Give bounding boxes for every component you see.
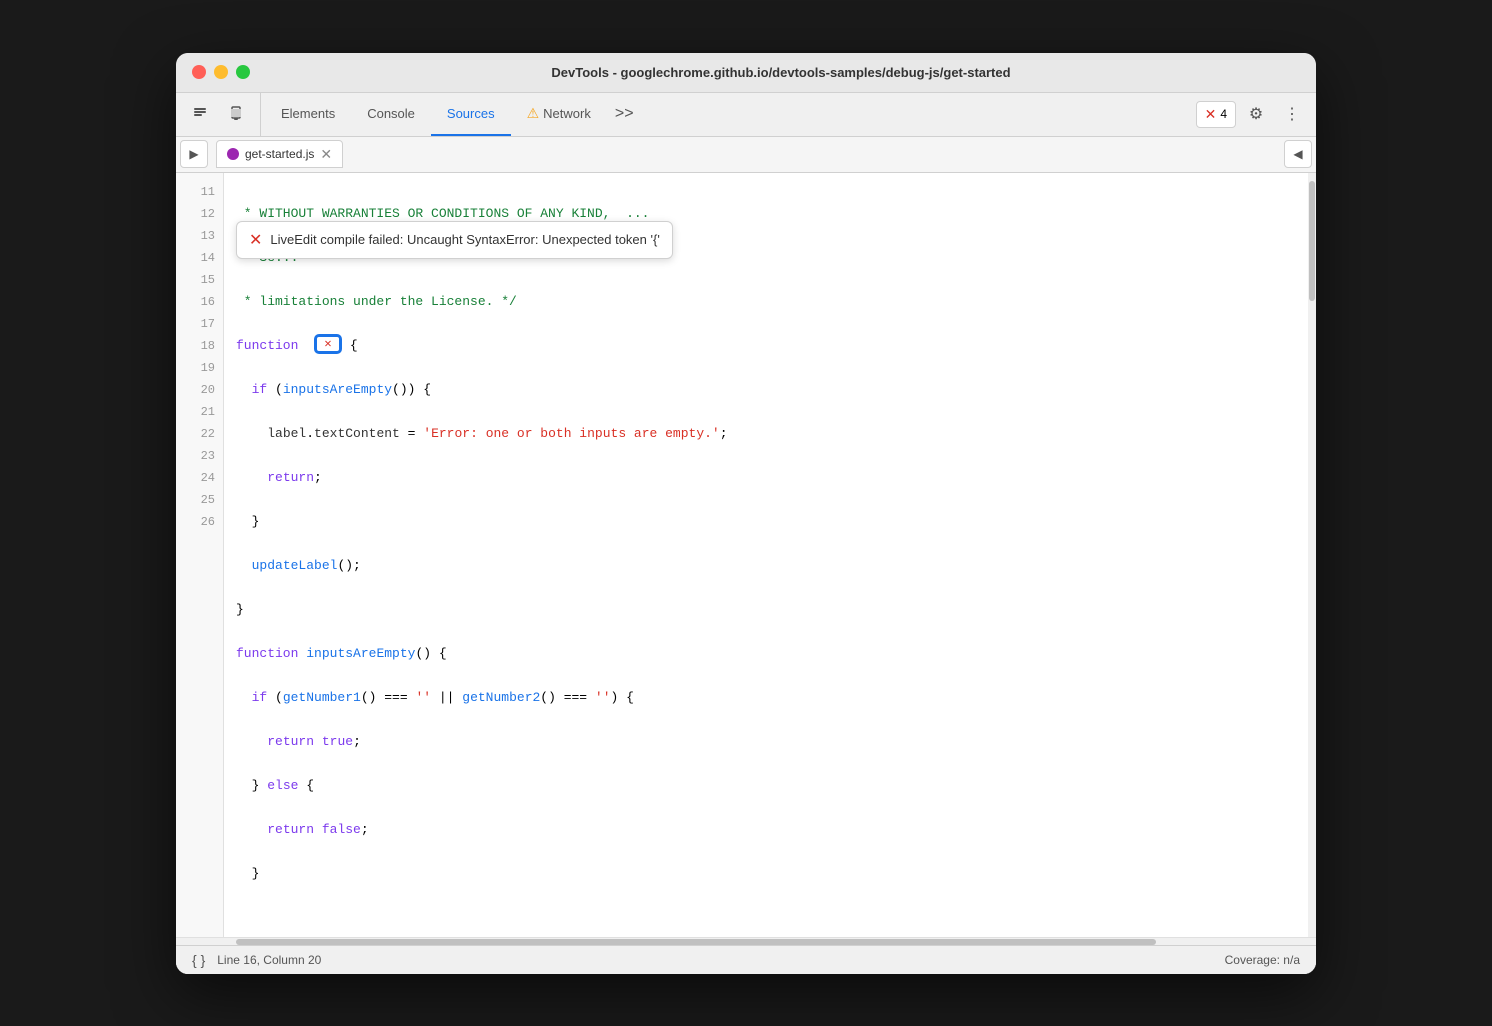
devtools-window: DevTools - googlechrome.github.io/devtoo… xyxy=(176,53,1316,974)
line-num-12: 12 xyxy=(176,203,223,225)
code-line-22: if (getNumber1() === '' || getNumber2() … xyxy=(236,687,1296,709)
toolbar-right: ✕ 4 ⚙ ⋮ xyxy=(1196,93,1308,136)
device-icon xyxy=(228,106,244,122)
line-num-24: 24 xyxy=(176,467,223,489)
settings-button[interactable]: ⚙ xyxy=(1240,98,1272,130)
code-line-20: } xyxy=(236,599,1296,621)
line-num-25: 25 xyxy=(176,489,223,511)
code-line-24: } else { xyxy=(236,775,1296,797)
line-num-17: 17 xyxy=(176,313,223,335)
status-right: Coverage: n/a xyxy=(1225,953,1300,967)
line-numbers: 11 12 13 14 15 16 17 18 19 20 21 22 23 2… xyxy=(176,173,224,937)
tab-sources[interactable]: Sources xyxy=(431,93,511,136)
cursor-icon xyxy=(192,106,208,122)
tab-network[interactable]: ⚠ Network xyxy=(511,93,607,136)
sidebar-toggle-left[interactable]: ▶ xyxy=(180,140,208,168)
braces-icon: { } xyxy=(192,952,205,968)
line-num-15: 15 xyxy=(176,269,223,291)
sidebar-toggle-right[interactable]: ◀ xyxy=(1284,140,1312,168)
code-line-15: if (inputsAreEmpty()) { xyxy=(236,379,1296,401)
error-badge[interactable]: ✕ 4 xyxy=(1196,101,1236,128)
line14-error-indicator: ✕ xyxy=(314,334,342,354)
error-x-icon: ✕ xyxy=(1205,106,1217,123)
file-tab-bar: ▶ get-started.js ✕ ◀ xyxy=(176,137,1316,173)
code-line-13: * limitations under the License. */ xyxy=(236,291,1296,313)
status-left: { } Line 16, Column 20 xyxy=(192,952,321,968)
code-area: ✕ LiveEdit compile failed: Uncaught Synt… xyxy=(176,173,1316,937)
code-line-21: function inputsAreEmpty() { xyxy=(236,643,1296,665)
line-num-19: 19 xyxy=(176,357,223,379)
code-content[interactable]: * WITHOUT WARRANTIES OR CONDITIONS OF AN… xyxy=(224,173,1308,937)
code-line-17: return; xyxy=(236,467,1296,489)
minimize-button[interactable] xyxy=(214,65,228,79)
close-button[interactable] xyxy=(192,65,206,79)
error-tooltip-message: LiveEdit compile failed: Uncaught Syntax… xyxy=(270,232,659,247)
toolbar-icons xyxy=(184,93,261,136)
line-num-14: 14 xyxy=(176,247,223,269)
tab-console[interactable]: Console xyxy=(351,93,431,136)
file-icon xyxy=(227,148,239,160)
line-num-13: 13 xyxy=(176,225,223,247)
device-toolbar-button[interactable] xyxy=(220,98,252,130)
sources-panel: ▶ get-started.js ✕ ◀ ✕ LiveEdit compile … xyxy=(176,137,1316,974)
file-tab-name: get-started.js xyxy=(245,147,314,161)
line-num-23: 23 xyxy=(176,445,223,467)
maximize-button[interactable] xyxy=(236,65,250,79)
file-tab-get-started[interactable]: get-started.js ✕ xyxy=(216,140,343,168)
tab-more[interactable]: >> xyxy=(607,93,642,136)
line-num-20: 20 xyxy=(176,379,223,401)
code-line-26: } xyxy=(236,863,1296,885)
code-line-16: label.textContent = 'Error: one or both … xyxy=(236,423,1296,445)
error-tooltip-icon: ✕ xyxy=(249,230,262,250)
title-bar: DevTools - googlechrome.github.io/devtoo… xyxy=(176,53,1316,93)
tab-bar: Elements Console Sources ⚠ Network >> xyxy=(265,93,1196,136)
line-num-22: 22 xyxy=(176,423,223,445)
code-line-18: } xyxy=(236,511,1296,533)
code-line-14: function ✕ { xyxy=(236,335,1296,357)
code-line-25: return false; xyxy=(236,819,1296,841)
line-num-18: 18 xyxy=(176,335,223,357)
error-tooltip: ✕ LiveEdit compile failed: Uncaught Synt… xyxy=(236,221,673,259)
code-line-23: return true; xyxy=(236,731,1296,753)
scrollbar-horizontal[interactable] xyxy=(176,937,1316,945)
warning-icon: ⚠ xyxy=(527,105,540,122)
cursor-position: Line 16, Column 20 xyxy=(217,953,321,967)
error-count: 4 xyxy=(1220,107,1227,121)
window-title: DevTools - googlechrome.github.io/devtoo… xyxy=(262,65,1300,80)
scrollbar-vertical[interactable] xyxy=(1308,173,1316,937)
more-button[interactable]: ⋮ xyxy=(1276,98,1308,130)
cursor-icon-button[interactable] xyxy=(184,98,216,130)
traffic-lights xyxy=(192,65,250,79)
line-num-16: 16 xyxy=(176,291,223,313)
devtools-toolbar: Elements Console Sources ⚠ Network >> ✕ … xyxy=(176,93,1316,137)
line-num-26: 26 xyxy=(176,511,223,533)
line-num-11: 11 xyxy=(176,181,223,203)
coverage-status: Coverage: n/a xyxy=(1225,953,1300,967)
code-line-19: updateLabel(); xyxy=(236,555,1296,577)
status-bar: { } Line 16, Column 20 Coverage: n/a xyxy=(176,945,1316,974)
tab-elements[interactable]: Elements xyxy=(265,93,351,136)
scrollbar-thumb-vertical[interactable] xyxy=(1309,181,1315,301)
close-file-tab[interactable]: ✕ xyxy=(320,146,332,163)
line-num-21: 21 xyxy=(176,401,223,423)
